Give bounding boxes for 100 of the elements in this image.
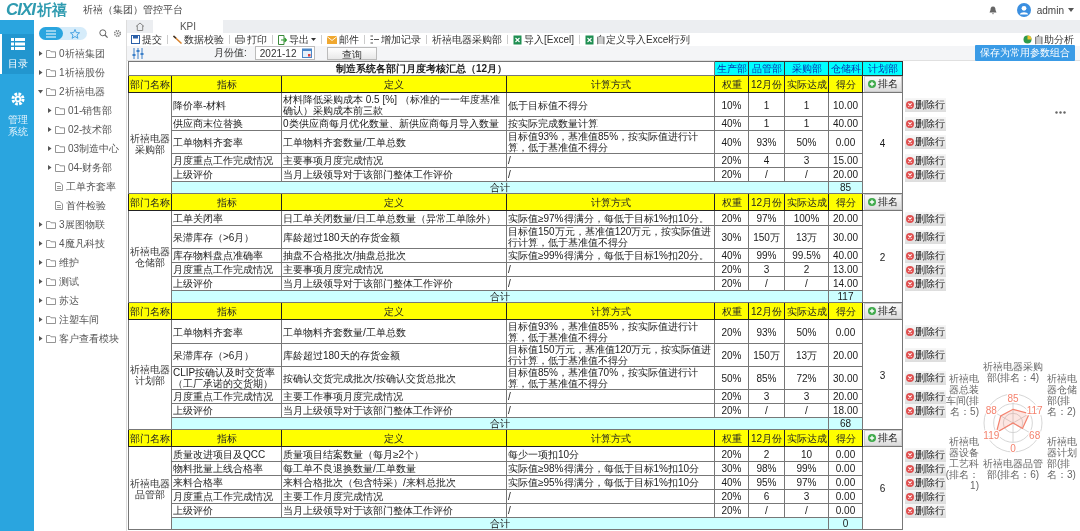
department-cell: 祈禧电器品管部 bbox=[128, 446, 172, 530]
table-cell: / bbox=[748, 167, 785, 182]
month-field[interactable]: 2021-12 bbox=[254, 46, 316, 60]
home-icon bbox=[135, 22, 145, 31]
tree-item[interactable]: 1祈禧股份 bbox=[38, 63, 126, 82]
table-cell: 工单关闭率 bbox=[171, 210, 282, 226]
tab[interactable]: KPI bbox=[153, 20, 223, 33]
table-cell: / bbox=[506, 503, 715, 518]
delete-row-button[interactable]: 删除行 bbox=[905, 348, 946, 362]
table-cell: 0.00 bbox=[828, 489, 863, 504]
delete-row-button[interactable]: 删除行 bbox=[905, 116, 946, 131]
x-circle-icon bbox=[906, 265, 914, 274]
delete-row-button[interactable]: 删除行 bbox=[905, 248, 946, 263]
more-icon[interactable] bbox=[1055, 111, 1066, 114]
toolbar-button[interactable]: 导出 bbox=[276, 32, 318, 47]
table-cell: 1 bbox=[748, 116, 785, 131]
department-link[interactable]: 仓储科 bbox=[828, 61, 863, 76]
rank-button[interactable]: 排名 bbox=[864, 303, 902, 319]
table-cell: 按确认交货完成批次/按确认交货总批次 bbox=[281, 366, 507, 390]
rank-cell: 6 bbox=[862, 446, 903, 530]
x-circle-icon bbox=[906, 251, 914, 260]
logo-name: 祈禧 bbox=[37, 0, 68, 20]
delete-row-button[interactable]: 删除行 bbox=[905, 135, 946, 149]
delete-row-button[interactable]: 删除行 bbox=[905, 230, 946, 244]
table-cell: 上级评价 bbox=[171, 167, 282, 182]
table-cell: 20% bbox=[714, 262, 749, 277]
table-cell: 材料降低采购成本 0.5 [%] （标准的一一年度基准确认）采购成本前三款 bbox=[281, 92, 507, 117]
delete-row-button[interactable]: 删除行 bbox=[905, 153, 946, 168]
toolbar-button[interactable]: 数据校验 bbox=[171, 32, 226, 47]
toolbar-button[interactable]: 打印 bbox=[233, 32, 269, 47]
x-circle-icon bbox=[906, 450, 914, 459]
x-circle-icon bbox=[906, 156, 914, 165]
table-cell: 15.00 bbox=[828, 153, 863, 168]
tree-item[interactable]: 测试 bbox=[38, 272, 126, 291]
axis-label: 祈禧电器总装车间(排名：5) bbox=[945, 373, 979, 417]
tree-item[interactable]: 首件检验 bbox=[38, 196, 126, 215]
table-cell: 40% bbox=[714, 248, 749, 263]
star-icon bbox=[70, 28, 80, 39]
table-cell: 20% bbox=[714, 153, 749, 168]
table-cell: 30% bbox=[714, 225, 749, 249]
query-button[interactable]: 查询 bbox=[327, 46, 378, 60]
table-cell: 40% bbox=[714, 475, 749, 490]
delete-row-button[interactable]: 删除行 bbox=[905, 325, 946, 339]
tree-item[interactable]: 4魔凡科技 bbox=[38, 234, 126, 253]
table-cell: 目标值93%，基准值85%，按实际值进行计算，低于基准值不得分 bbox=[506, 319, 715, 344]
list-view-tab[interactable] bbox=[39, 27, 63, 40]
table-cell: 20% bbox=[714, 403, 749, 418]
toolbar-button[interactable]: 增加记录 bbox=[368, 32, 423, 47]
table-cell: 3 bbox=[784, 489, 829, 504]
delete-row-button[interactable]: 删除行 bbox=[905, 447, 946, 462]
delete-row-button[interactable]: 删除行 bbox=[905, 211, 946, 226]
tree-item[interactable]: 04-财务部 bbox=[38, 158, 126, 177]
user-menu[interactable]: admin bbox=[1036, 4, 1074, 16]
tree-item[interactable]: 工单齐套率 bbox=[38, 177, 126, 196]
toolbar-button[interactable]: 提交 bbox=[129, 32, 164, 47]
avatar-icon[interactable] bbox=[1016, 3, 1031, 17]
tree-item[interactable]: 苏达 bbox=[38, 291, 126, 310]
tree-item[interactable]: 03制造中心 bbox=[38, 139, 126, 158]
department-link[interactable]: 采购部 bbox=[784, 61, 829, 76]
table-cell: 目标值85%，基准值70%，按实际值进行计算，低于基准值不得分 bbox=[506, 366, 715, 390]
toolbar-button[interactable]: 导入[Excel] bbox=[511, 32, 576, 47]
table-cell: 月度重点工作完成情况 bbox=[171, 153, 282, 168]
filter-toggle-icon[interactable] bbox=[132, 47, 144, 59]
rank-button[interactable]: 排名 bbox=[864, 76, 902, 92]
table-cell: 每少一项扣10分 bbox=[506, 446, 715, 462]
department-link[interactable]: 计划部 bbox=[862, 61, 903, 76]
tree-item[interactable]: 01-销售部 bbox=[38, 101, 126, 120]
rank-cell: 4 bbox=[862, 92, 903, 194]
toolbar-button[interactable]: 祈禧电器采购部 bbox=[430, 32, 504, 47]
bell-icon[interactable] bbox=[988, 5, 997, 15]
table-cell: 月度重点工作完成情况 bbox=[171, 389, 282, 404]
table-cell: 库龄超过180天的存货金额 bbox=[281, 343, 507, 367]
department-link[interactable]: 生产部 bbox=[714, 61, 749, 76]
table-cell: 库存物料盘点准确率 bbox=[171, 248, 282, 263]
table-cell: 10% bbox=[714, 92, 749, 117]
table-cell: 14.00 bbox=[828, 276, 863, 291]
toolbar-button[interactable]: 邮件 bbox=[325, 32, 361, 47]
toolbar-button[interactable]: 自定义导入Excel行列 bbox=[583, 32, 693, 47]
table-cell: 13.00 bbox=[828, 262, 863, 277]
table-cell: 150万 bbox=[748, 225, 785, 249]
x-circle-icon bbox=[906, 101, 914, 109]
x-circle-icon bbox=[906, 406, 914, 415]
tree-item[interactable]: 2祈禧电器 bbox=[38, 82, 126, 101]
tree-item[interactable]: 3展图物联 bbox=[38, 215, 126, 234]
table-cell: 20% bbox=[714, 389, 749, 404]
tree-item[interactable]: 注塑车间 bbox=[38, 310, 126, 329]
table-cell: 98% bbox=[748, 461, 785, 476]
table-cell: 0.00 bbox=[828, 503, 863, 518]
tree-item[interactable]: 客户查看模块 bbox=[38, 329, 126, 348]
delete-row-button[interactable]: 删除行 bbox=[905, 389, 946, 404]
delete-row-button[interactable]: 删除行 bbox=[905, 371, 946, 385]
tree-item[interactable]: 0祈禧集团 bbox=[38, 44, 126, 63]
table-cell: 93% bbox=[748, 130, 785, 154]
delete-row-button[interactable]: 删除行 bbox=[905, 98, 946, 112]
search-icon[interactable] bbox=[99, 29, 108, 38]
rank-button[interactable]: 排名 bbox=[864, 430, 902, 446]
rank-button[interactable]: 排名 bbox=[864, 194, 902, 210]
tree-item[interactable]: 02-技术部 bbox=[38, 120, 126, 139]
tree-item[interactable]: 维护 bbox=[38, 253, 126, 272]
department-link[interactable]: 品管部 bbox=[748, 61, 785, 76]
